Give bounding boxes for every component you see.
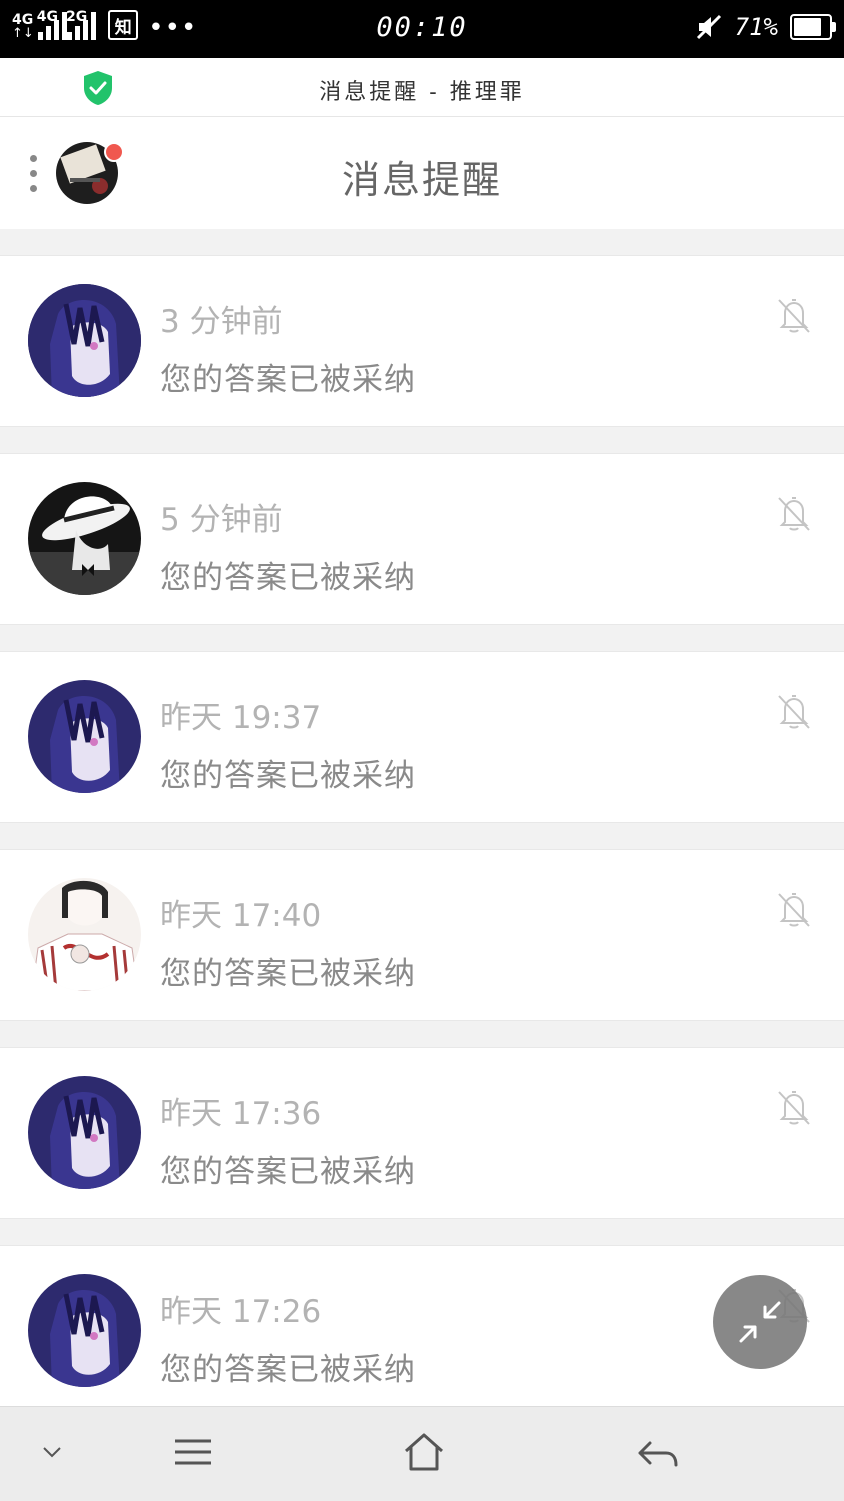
avatar-purple-hair-girl[interactable] [28,284,141,397]
notification-message: 您的答案已被采纳 [160,956,416,992]
battery-percent: 71% [734,13,778,41]
notification-list: 3 分钟前 您的答案已被采纳 5 分钟前 您的答案已被采纳 昨天 19:37 您… [0,229,844,1417]
chevron-down-icon[interactable] [40,1443,64,1461]
back-icon[interactable] [636,1437,680,1471]
browser-page-title: 消息提醒 - 推理罪 [319,80,525,105]
notification-item[interactable]: 昨天 17:40 您的答案已被采纳 [0,849,844,1021]
home-icon[interactable] [402,1431,446,1473]
avatar-purple-hair-girl[interactable] [28,1274,141,1387]
bell-off-icon[interactable] [775,1088,813,1128]
notification-message: 您的答案已被采纳 [160,1154,416,1190]
mute-icon [696,14,721,40]
notification-item[interactable]: 3 分钟前 您的答案已被采纳 [0,255,844,427]
notification-time: 5 分钟前 [160,502,283,538]
notification-time: 昨天 17:36 [160,1096,322,1132]
notification-item[interactable]: 昨天 19:37 您的答案已被采纳 [0,651,844,823]
notification-message: 您的答案已被采纳 [160,1352,416,1388]
bell-off-icon[interactable] [775,692,813,732]
notification-item[interactable]: 5 分钟前 您的答案已被采纳 [0,453,844,625]
status-bar: 4G ↑↓ 4G 2G 知 ••• 00:10 71% [0,0,844,58]
notification-message: 您的答案已被采纳 [160,560,416,596]
bell-off-icon[interactable] [775,890,813,930]
notification-time: 昨天 19:37 [160,700,322,736]
browser-title-bar: 消息提醒 - 推理罪 [0,58,844,117]
avatar-girl-with-ribbon[interactable] [28,878,141,991]
notification-item[interactable]: 昨天 17:36 您的答案已被采纳 [0,1047,844,1219]
notification-time: 昨天 17:26 [160,1294,322,1330]
avatar-purple-hair-girl[interactable] [28,1076,141,1189]
collapse-arrows-icon [739,1301,781,1343]
system-navigation-bar [0,1406,844,1501]
collapse-floating-button[interactable] [713,1275,807,1369]
notification-message: 您的答案已被采纳 [160,758,416,794]
app-header: 消息提醒 [0,117,844,229]
notification-time: 昨天 17:40 [160,898,322,934]
avatar-hat-gentleman[interactable] [28,482,141,595]
notification-time: 3 分钟前 [160,304,283,340]
battery-icon [790,14,836,40]
avatar-purple-hair-girl[interactable] [28,680,141,793]
notification-message: 您的答案已被采纳 [160,362,416,398]
bell-off-icon[interactable] [775,494,813,534]
menu-icon[interactable] [172,1435,214,1469]
page-title: 消息提醒 [341,158,502,202]
status-right: 71% [695,13,836,41]
bell-off-icon[interactable] [775,296,813,336]
